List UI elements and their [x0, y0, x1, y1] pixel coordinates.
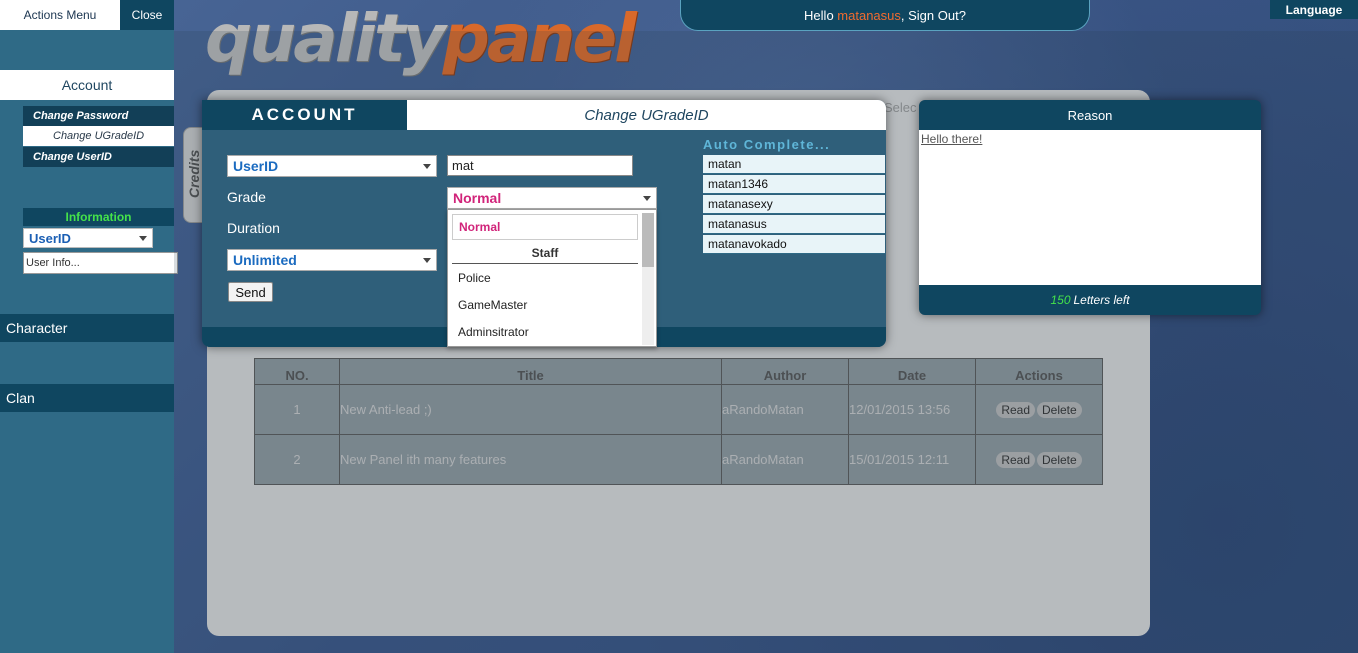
- reason-title: Reason: [1067, 107, 1113, 123]
- chevron-down-icon: [423, 164, 431, 169]
- grade-option-administrator[interactable]: Adminsitrator: [452, 319, 638, 345]
- id-type-select[interactable]: UserID: [227, 155, 437, 177]
- read-button[interactable]: Read: [996, 451, 1035, 468]
- info-type-select[interactable]: UserID: [23, 228, 153, 248]
- sidebar-item-clan[interactable]: Clan: [0, 384, 174, 412]
- reason-textarea[interactable]: Hello there!: [919, 130, 1261, 285]
- row-no: 2: [254, 434, 340, 485]
- grade-select[interactable]: Normal: [447, 187, 657, 209]
- grade-label: Grade: [227, 189, 266, 205]
- grade-option-gamemaster[interactable]: GameMaster: [452, 292, 638, 318]
- row-actions: Read Delete: [975, 434, 1103, 485]
- modal-title: ACCOUNT: [202, 100, 407, 130]
- user-search-input[interactable]: mat: [447, 155, 633, 176]
- letters-left-label: Letters left: [1073, 293, 1130, 307]
- credits-tab-label: Credits: [186, 149, 202, 198]
- grade-option-police[interactable]: Police: [452, 265, 638, 291]
- reason-panel: Reason Hello there! 150 Letters left: [919, 100, 1261, 315]
- row-date: 15/01/2015 12:11: [848, 434, 976, 485]
- user-greeting-bar: Hello matanasus, Sign Out?: [680, 0, 1090, 31]
- information-heading: Information: [23, 208, 174, 226]
- letters-left-count: 150: [1050, 293, 1071, 307]
- row-title: New Panel ith many features: [339, 434, 722, 485]
- info-type-select-value: UserID: [29, 230, 71, 246]
- autocomplete-item[interactable]: matanavokado: [703, 235, 885, 254]
- table-row: 1 New Anti-lead ;) aRandoMatan 12/01/201…: [254, 384, 1103, 435]
- chevron-down-icon: [423, 258, 431, 263]
- chevron-down-icon: [139, 236, 147, 241]
- autocomplete-item[interactable]: matan: [703, 155, 885, 174]
- grade-option-normal[interactable]: Normal: [452, 214, 638, 240]
- send-button[interactable]: Send: [228, 282, 273, 302]
- row-title: New Anti-lead ;): [339, 384, 722, 435]
- dropdown-scrollbar-thumb[interactable]: [642, 213, 654, 267]
- news-table: NO. Title Author Date Actions 1 New Anti…: [254, 358, 1103, 485]
- sign-out-link[interactable]: , Sign Out?: [901, 8, 966, 23]
- actions-menu-label: Actions Menu: [0, 0, 120, 30]
- letters-left-counter: 150 Letters left: [919, 285, 1261, 315]
- column-header-actions: Actions: [975, 358, 1103, 385]
- row-date: 12/01/2015 13:56: [848, 384, 976, 435]
- chevron-down-icon: [643, 196, 651, 201]
- sidebar-item-change-password[interactable]: Change Password: [23, 106, 174, 126]
- row-author: aRandoMatan: [721, 434, 849, 485]
- user-info-input[interactable]: User Info...: [23, 252, 178, 274]
- duration-select-value: Unlimited: [233, 252, 297, 268]
- column-header-author: Author: [721, 358, 849, 385]
- id-type-select-value: UserID: [233, 158, 279, 174]
- grade-dropdown-list: Normal Staff Police GameMaster Adminsitr…: [447, 209, 657, 347]
- delete-button[interactable]: Delete: [1037, 401, 1082, 418]
- delete-button[interactable]: Delete: [1037, 451, 1082, 468]
- sidebar-top-bar: Actions Menu Close: [0, 0, 174, 30]
- language-button[interactable]: Language: [1270, 0, 1358, 19]
- table-row: 2 New Panel ith many features aRandoMata…: [254, 434, 1103, 485]
- sidebar-item-account[interactable]: Account: [0, 70, 174, 100]
- column-header-date: Date: [848, 358, 976, 385]
- autocomplete-item[interactable]: matanasus: [703, 215, 885, 234]
- reason-text: Hello there!: [921, 132, 983, 146]
- sidebar-item-change-ugradeid[interactable]: Change UGradeID: [23, 126, 174, 146]
- sidebar-item-character[interactable]: Character: [0, 314, 174, 342]
- select-peek-label: Selec: [884, 100, 917, 115]
- row-actions: Read Delete: [975, 384, 1103, 435]
- quality-panel-logo: qualitypanel: [205, 0, 637, 77]
- row-no: 1: [254, 384, 340, 435]
- duration-label: Duration: [227, 220, 280, 236]
- read-button[interactable]: Read: [996, 401, 1035, 418]
- modal-subtitle: Change UGradeID: [407, 100, 886, 130]
- row-author: aRandoMatan: [721, 384, 849, 435]
- column-header-title: Title: [339, 358, 722, 385]
- greeting-prefix: Hello: [804, 7, 834, 23]
- duration-select[interactable]: Unlimited: [227, 249, 437, 271]
- username-label: matanasus: [837, 7, 901, 23]
- grade-select-value: Normal: [453, 190, 502, 206]
- sidebar-item-change-userid[interactable]: Change UserID: [23, 147, 174, 167]
- grade-group-staff: Staff: [452, 242, 638, 264]
- autocomplete-item[interactable]: matan1346: [703, 175, 885, 194]
- autocomplete-title: Auto Complete...: [703, 137, 831, 152]
- autocomplete-item[interactable]: matanasexy: [703, 195, 885, 214]
- close-sidebar-button[interactable]: Close: [120, 0, 174, 30]
- column-header-no: NO.: [254, 358, 340, 385]
